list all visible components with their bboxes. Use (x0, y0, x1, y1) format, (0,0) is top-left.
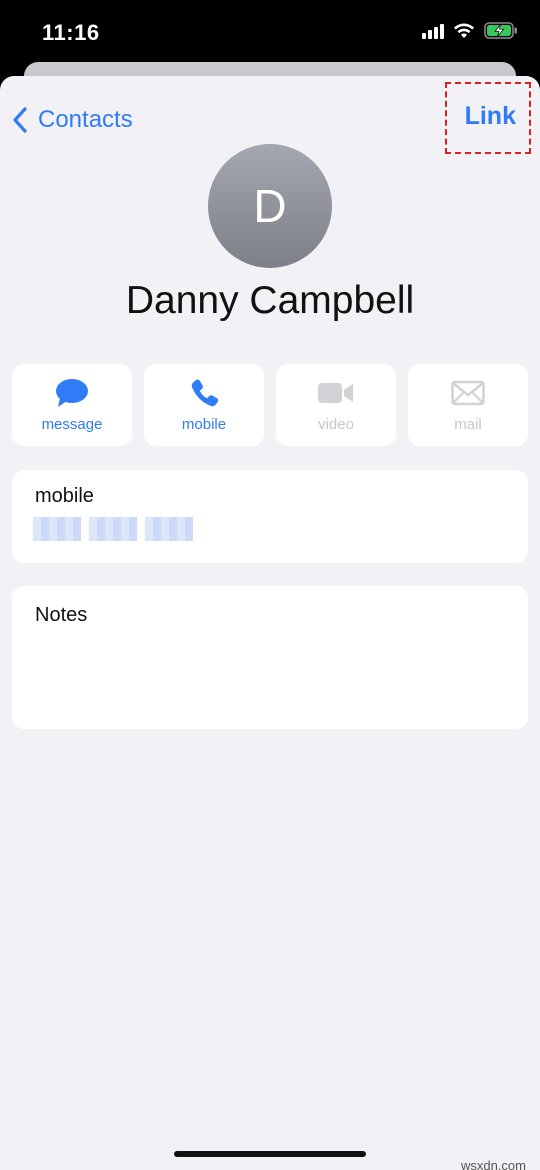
mobile-field-label: mobile (35, 485, 94, 507)
avatar-initial: D (253, 180, 287, 232)
message-label: message (41, 416, 103, 433)
signal-icon (422, 23, 444, 39)
quick-actions: message mobile video mail (12, 364, 528, 446)
mobile-number-card[interactable]: mobile (12, 470, 528, 563)
mobile-label: mobile (181, 416, 227, 433)
video-camera-icon (318, 383, 353, 403)
message-bubble-icon (56, 379, 88, 407)
phone-icon (191, 379, 219, 407)
back-button-label: Contacts (38, 106, 133, 133)
mail-label: mail (454, 416, 482, 433)
contact-name: Danny Campbell (125, 279, 415, 322)
watermark: wsxdn.com (460, 1158, 526, 1170)
mobile-call-button[interactable]: mobile (144, 364, 264, 446)
home-indicator[interactable] (174, 1151, 366, 1157)
wifi-icon (454, 23, 474, 38)
video-button[interactable]: video (276, 364, 396, 446)
chevron-left-icon (13, 107, 27, 133)
video-label: video (318, 416, 354, 433)
notes-label: Notes (35, 604, 88, 626)
avatar: D (208, 144, 332, 268)
status-time: 11:16 (42, 20, 100, 45)
envelope-icon (451, 380, 485, 406)
contact-card-sheet: Contacts Link D Danny Campbell message m… (0, 76, 540, 1170)
back-button[interactable]: Contacts (12, 102, 133, 138)
mail-button[interactable]: mail (408, 364, 528, 446)
status-icons (422, 22, 518, 39)
notes-card[interactable]: Notes (12, 586, 528, 729)
status-bar: 11:16 (0, 0, 540, 64)
battery-charging-icon (484, 22, 517, 39)
message-button[interactable]: message (12, 364, 132, 446)
link-button[interactable]: Link (465, 102, 516, 131)
blurred-phone-number (33, 517, 193, 541)
